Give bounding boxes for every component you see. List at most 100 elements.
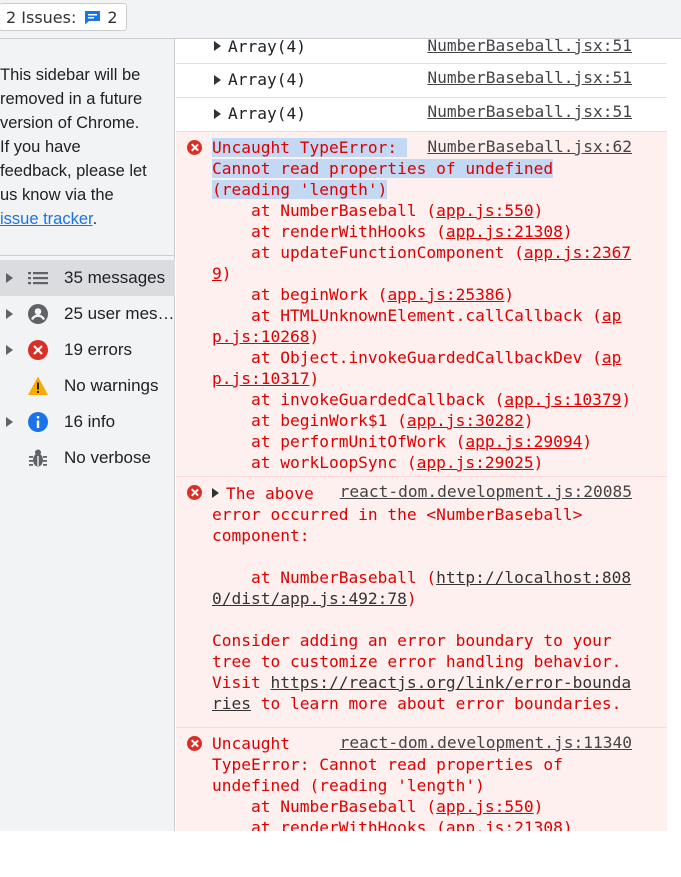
notice-line: removed in a future	[0, 90, 143, 108]
filter-user-messages[interactable]: 25 user mes…	[0, 296, 175, 332]
stack-link[interactable]: ap	[602, 348, 622, 367]
error-line: Cannot read properties of undefined	[212, 159, 554, 178]
stack-post: )	[533, 797, 544, 816]
list-icon	[27, 267, 49, 289]
stack-pre: at invokeGuardedCallback (	[212, 390, 505, 409]
error-message[interactable]: NumberBaseball.jsx:62 Uncaught TypeError…	[176, 132, 681, 477]
issues-count: 2	[107, 7, 118, 27]
stack-pre: at NumberBaseball (	[212, 201, 437, 220]
expand-arrow-icon[interactable]	[6, 417, 13, 427]
error-icon	[187, 140, 202, 155]
filter-messages[interactable]: 35 messages	[0, 260, 175, 296]
stack-post: )	[562, 818, 573, 831]
stack-link[interactable]: 9	[212, 264, 222, 283]
error-line: at NumberBaseball (	[212, 568, 437, 587]
log-text: Array(4)	[228, 39, 306, 56]
expand-arrow-icon[interactable]	[214, 109, 221, 119]
stack-pre: at workLoopSync (	[212, 453, 417, 472]
stack-post: )	[582, 432, 593, 451]
filter-warnings[interactable]: No warnings	[0, 368, 175, 404]
stack-pre: at HTMLUnknownElement.callCallback (	[212, 306, 602, 325]
stack-post: )	[621, 390, 632, 409]
bug-icon	[27, 447, 49, 469]
localhost-link[interactable]: http://localhost:808	[436, 568, 631, 587]
expand-arrow-icon[interactable]	[212, 488, 219, 498]
stack-link[interactable]: app.js:25386	[387, 285, 504, 304]
error-text: The above error occurred in the <NumberB…	[212, 483, 631, 714]
error-icon	[27, 339, 49, 361]
error-text: Uncaught TypeError: Cannot read properti…	[212, 733, 573, 831]
info-icon	[27, 411, 49, 433]
source-link[interactable]: NumberBaseball.jsx:51	[427, 68, 632, 87]
error-message[interactable]: react-dom.development.js:20085 The above…	[176, 477, 681, 728]
issues-label: 2 Issues:	[6, 7, 77, 27]
localhost-link[interactable]: 0/dist/app.js:492:78	[212, 589, 407, 608]
stack-post: )	[533, 201, 544, 220]
error-line: Consider adding an error boundary to you…	[212, 631, 612, 650]
stack-link[interactable]: app.js:21308	[446, 818, 563, 831]
console-sidebar: This sidebar will be removed in a future…	[0, 39, 175, 831]
notice-line: If you have	[0, 138, 81, 156]
notice-line: us know via the	[0, 186, 114, 204]
log-message[interactable]: Array(4) NumberBaseball.jsx:51	[176, 98, 681, 132]
error-icon	[187, 485, 202, 500]
notice-line: This sidebar will be	[0, 66, 141, 84]
error-line: Uncaught TypeError:	[212, 138, 407, 157]
stack-post: )	[309, 327, 320, 346]
react-docs-link[interactable]: https://reactjs.org/link/error-bounda	[270, 673, 631, 692]
error-line: TypeError: Cannot read properties of	[212, 755, 563, 774]
source-link[interactable]: NumberBaseball.jsx:51	[427, 102, 632, 121]
notice-period: .	[92, 210, 98, 228]
stack-link[interactable]: p.js:10317	[212, 369, 309, 388]
error-text: Uncaught TypeError: Cannot read properti…	[212, 137, 554, 200]
stack-post: )	[504, 285, 515, 304]
filter-info[interactable]: 16 info	[0, 404, 175, 440]
stack-pre: at renderWithHooks (	[212, 222, 446, 241]
filter-errors[interactable]: 19 errors	[0, 332, 175, 368]
stack-link[interactable]: app.js:21308	[446, 222, 563, 241]
stack-link[interactable]: app.js:2367	[524, 243, 631, 262]
expand-arrow-icon[interactable]	[6, 309, 13, 319]
stack-link[interactable]: app.js:29025	[417, 453, 534, 472]
filter-verbose[interactable]: No verbose	[0, 440, 175, 476]
log-text: Array(4)	[228, 70, 306, 89]
stack-trace: at NumberBaseball (app.js:550) at render…	[212, 200, 631, 473]
message-icon	[84, 10, 101, 25]
console-scrollbar[interactable]	[667, 39, 681, 831]
stack-link[interactable]: app.js:550	[436, 201, 533, 220]
stack-post: )	[562, 222, 573, 241]
notice-line: feedback, please let	[0, 162, 147, 180]
expand-arrow-icon[interactable]	[6, 273, 13, 283]
console-toolbar: 2 Issues: 2	[0, 0, 681, 39]
warning-icon	[27, 375, 49, 397]
log-message[interactable]: Array(4) NumberBaseball.jsx:51	[176, 39, 681, 64]
error-message[interactable]: react-dom.development.js:11340 Uncaught …	[176, 728, 681, 831]
error-line: component:	[212, 526, 310, 545]
stack-pre: at beginWork (	[212, 285, 388, 304]
sidebar-divider	[0, 255, 175, 256]
stack-link[interactable]: app.js:550	[436, 797, 533, 816]
error-line: The above	[226, 484, 324, 503]
stack-post: )	[221, 264, 232, 283]
error-line: Visit	[212, 673, 271, 692]
issue-tracker-link[interactable]: issue tracker	[0, 210, 93, 228]
expand-arrow-icon[interactable]	[214, 75, 221, 85]
stack-link[interactable]: p.js:10268	[212, 327, 309, 346]
error-line: Uncaught	[212, 734, 290, 753]
react-docs-link[interactable]: ries	[212, 694, 251, 713]
stack-link[interactable]: ap	[602, 306, 622, 325]
filter-label: No verbose	[64, 448, 151, 467]
filter-label: 19 errors	[64, 340, 133, 359]
stack-link[interactable]: app.js:10379	[504, 390, 621, 409]
expand-arrow-icon[interactable]	[6, 345, 13, 355]
filter-label: 25 user mes…	[64, 304, 175, 323]
sidebar-deprecation-notice: This sidebar will be removed in a future…	[0, 63, 170, 231]
log-message[interactable]: Array(4) NumberBaseball.jsx:51	[176, 64, 681, 98]
stack-post: )	[309, 369, 320, 388]
issues-button[interactable]: 2 Issues: 2	[0, 3, 127, 31]
stack-pre: at performUnitOfWork (	[212, 432, 466, 451]
source-link[interactable]: NumberBaseball.jsx:51	[427, 39, 632, 55]
expand-arrow-icon[interactable]	[214, 41, 221, 51]
stack-link[interactable]: app.js:30282	[407, 411, 524, 430]
stack-link[interactable]: app.js:29094	[465, 432, 582, 451]
